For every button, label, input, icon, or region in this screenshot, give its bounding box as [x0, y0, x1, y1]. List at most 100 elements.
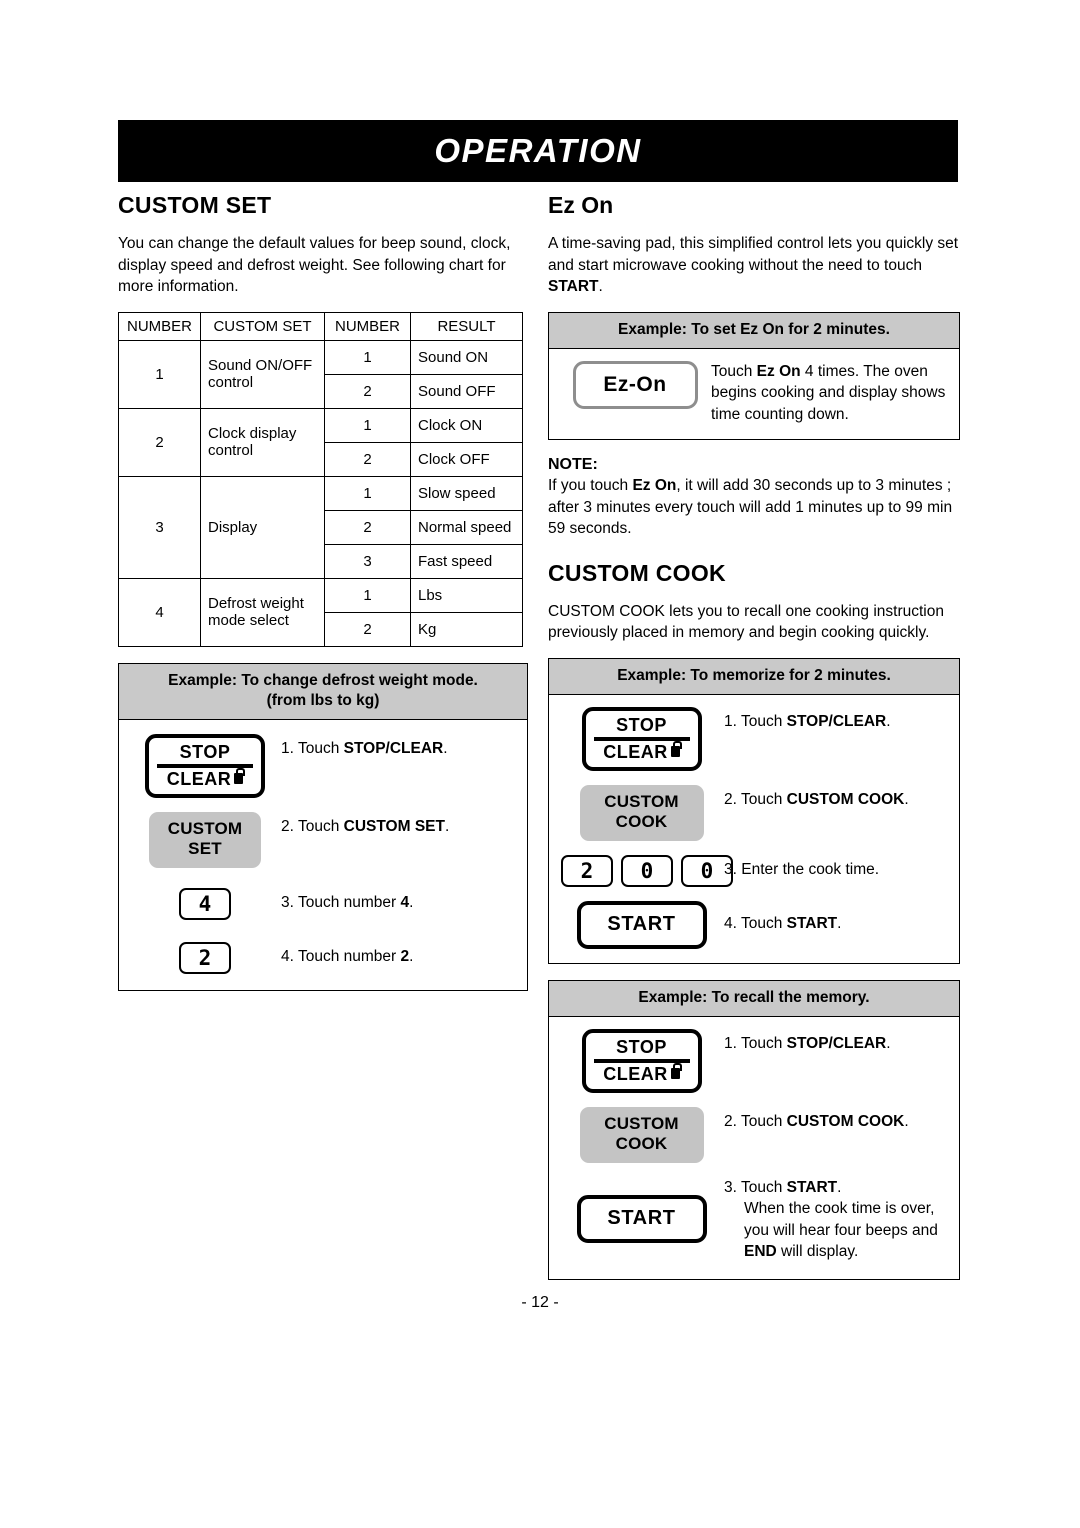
step-text-bold: START	[786, 914, 838, 932]
step-text-plain: 3. Enter the cook time.	[724, 860, 880, 878]
example-step: START 4. Touch START.	[559, 900, 949, 949]
cell-option-result: Kg	[410, 611, 523, 647]
table-header-row: NUMBER CUSTOM SET NUMBER RESULT	[118, 311, 523, 341]
step-text-tail: .	[886, 1034, 891, 1052]
example-step-text: 4. Touch number 2.	[281, 942, 413, 968]
th-result: RESULT	[410, 311, 523, 341]
cell-group-label: Defrost weight mode select	[200, 577, 325, 647]
example-step: STOP CLEAR 1. Touch STOP/CLEAR.	[129, 733, 517, 798]
step-text-plain: 1. Touch	[281, 739, 344, 757]
key-slot: STOP CLEAR	[559, 706, 724, 771]
step-text-bold: 4	[400, 893, 410, 911]
lock-icon	[670, 1063, 682, 1079]
custom-cook-key-line1: CUSTOM	[604, 1113, 679, 1133]
number-key-group: 2 0 0	[561, 854, 733, 887]
step-text-line3: you will hear four beeps and	[744, 1221, 938, 1239]
step-text-line4: END will display.	[724, 1241, 938, 1263]
step-text-tail: .	[904, 1112, 909, 1130]
ez-on-heading: Ez On	[548, 192, 614, 218]
key-slot: 4	[129, 887, 281, 920]
number-key-0-first[interactable]: 0	[621, 854, 673, 887]
cell-option-result: Normal speed	[410, 509, 523, 545]
step-text-tail: .	[409, 893, 414, 911]
stop-clear-key-top-label: STOP	[593, 1037, 690, 1063]
step-text-bold: 2	[400, 947, 410, 965]
example-step-text: 1. Touch STOP/CLEAR.	[724, 707, 891, 733]
step-text-line4-bold: END	[744, 1243, 777, 1260]
custom-set-key[interactable]: CUSTOM SET	[149, 811, 261, 868]
step-text-tail: .	[409, 947, 414, 965]
custom-set-heading: CUSTOM SET	[118, 192, 272, 218]
cell-group-number: 4	[118, 577, 201, 647]
table-row: 1 Sound ON/OFF control 1 Sound ON	[118, 339, 523, 409]
custom-set-key-line1: CUSTOM	[167, 818, 243, 838]
custom-set-table: NUMBER CUSTOM SET NUMBER RESULT 1 Sound …	[118, 311, 523, 647]
ez-on-intro-bold: START	[548, 278, 599, 295]
cell-option-number: 1	[324, 339, 411, 375]
start-key[interactable]: START	[576, 900, 707, 949]
step-text-bold: STOP/CLEAR	[786, 1034, 887, 1052]
ez-on-note: NOTE: If you touch Ez On, it will add 30…	[548, 454, 960, 540]
step-text-plain: Touch	[711, 362, 757, 380]
stop-clear-key-top-label: STOP	[593, 715, 690, 741]
example-step: CUSTOM COOK 2. Touch CUSTOM COOK.	[559, 784, 949, 841]
example-box-ez-on: Example: To set Ez On for 2 minutes. Ez-…	[548, 311, 960, 440]
table-row: 4 Defrost weight mode select 1 Lbs	[118, 577, 523, 647]
cell-group-label: Sound ON/OFF control	[200, 339, 325, 409]
cell-group-label: Clock display control	[200, 407, 325, 477]
step-text-bold: CUSTOM COOK	[786, 1112, 905, 1130]
custom-cook-key[interactable]: CUSTOM COOK	[579, 784, 704, 841]
key-slot: STOP CLEAR	[129, 733, 281, 798]
step-text-bold: STOP/CLEAR	[343, 739, 444, 757]
step-text-plain: 2. Touch	[724, 1112, 787, 1130]
cell-group-number: 2	[118, 407, 201, 477]
example-title-line2: (from lbs to kg)	[266, 691, 380, 709]
stop-clear-key-bottom-label: CLEAR	[157, 768, 253, 790]
example-step-text: 1. Touch STOP/CLEAR.	[281, 734, 448, 760]
step-text-plain: 1. Touch	[724, 712, 787, 730]
cell-option-result: Sound OFF	[410, 373, 523, 409]
start-key[interactable]: START	[576, 1194, 707, 1243]
key-slot: CUSTOM SET	[129, 811, 281, 868]
example-step-text: 2. Touch CUSTOM SET.	[281, 812, 449, 838]
example-step: STOP CLEAR 1. Touch STOP/CLEAR.	[559, 706, 949, 771]
example-step-text: 2. Touch CUSTOM COOK.	[724, 785, 909, 811]
stop-clear-key[interactable]: STOP CLEAR	[581, 1028, 702, 1093]
key-slot: 2 0 0	[559, 854, 733, 887]
manual-page: OPERATION CUSTOM SET You can change the …	[0, 0, 1080, 1528]
stop-clear-key[interactable]: STOP CLEAR	[145, 733, 265, 798]
ez-on-key[interactable]: Ez-On	[572, 360, 698, 409]
number-key-2[interactable]: 2	[561, 854, 613, 887]
example-title: Example: To memorize for 2 minutes.	[549, 658, 959, 695]
example-step-text: 3. Touch START. When the cook time is ov…	[724, 1177, 938, 1263]
example-title: Example: To set Ez On for 2 minutes.	[549, 312, 959, 349]
cell-option-number: 2	[324, 611, 411, 647]
example-step: STOP CLEAR 1. Touch STOP/CLEAR.	[559, 1028, 949, 1093]
example-step-text: 1. Touch STOP/CLEAR.	[724, 1029, 891, 1055]
example-step-text: Touch Ez On 4 times. The oven begins coo…	[711, 361, 949, 426]
cell-option-result: Slow speed	[410, 475, 523, 511]
cell-group-label: Display	[200, 475, 325, 579]
custom-cook-key-line1: CUSTOM	[604, 791, 679, 811]
example-step: 4 3. Touch number 4.	[129, 887, 517, 920]
cell-option-result: Clock ON	[410, 407, 523, 443]
stop-clear-key-bottom-label: CLEAR	[594, 741, 690, 763]
number-key-2[interactable]: 2	[179, 941, 231, 974]
key-slot: CUSTOM COOK	[559, 1106, 724, 1163]
example-step: 2 4. Touch number 2.	[129, 941, 517, 974]
step-text-tail: .	[837, 1178, 842, 1196]
custom-cook-key-line2: COOK	[615, 1133, 668, 1153]
step-text-plain: 1. Touch	[724, 1034, 787, 1052]
step-text-bold: START	[786, 1178, 838, 1196]
example-step: CUSTOM SET 2. Touch CUSTOM SET.	[129, 811, 517, 868]
th-number-1: NUMBER	[118, 311, 201, 341]
step-text-tail: .	[904, 790, 909, 808]
number-key-4[interactable]: 4	[179, 887, 231, 920]
custom-cook-key[interactable]: CUSTOM COOK	[579, 1106, 704, 1163]
example-step-text: 4. Touch START.	[724, 901, 841, 935]
right-column: Ez On A time-saving pad, this simplified…	[548, 192, 960, 1280]
custom-cook-key-line2: COOK	[615, 811, 668, 831]
example-step: START 3. Touch START. When the cook time…	[559, 1177, 949, 1263]
stop-clear-key[interactable]: STOP CLEAR	[581, 706, 702, 771]
example-step: 2 0 0 3. Enter the cook time.	[559, 854, 949, 887]
